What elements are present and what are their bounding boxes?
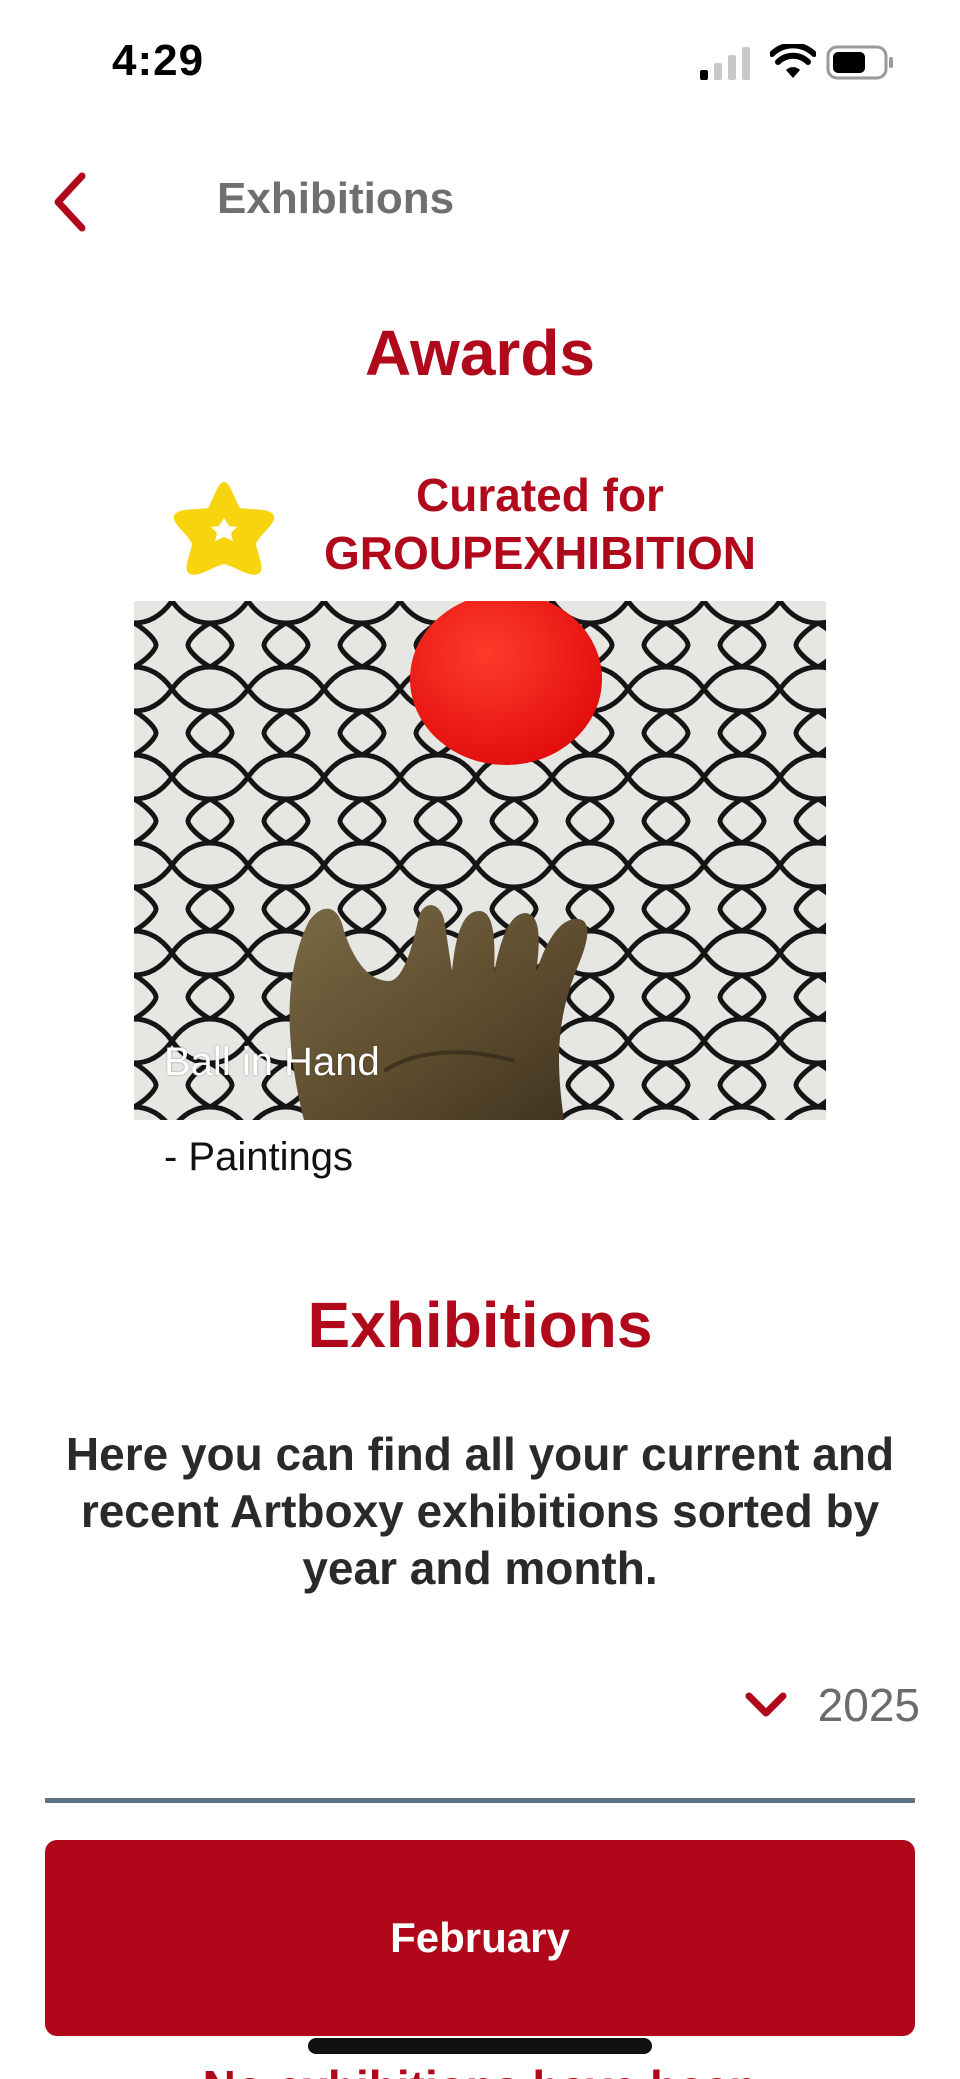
award-line-2: GROUPEXHIBITION <box>324 527 756 579</box>
artwork-category: - Paintings <box>164 1135 353 1179</box>
signal-icon <box>700 47 750 80</box>
award-line-1: Curated for <box>416 469 664 521</box>
award-title: Curated for GROUPEXHIBITION <box>290 466 790 582</box>
year-dropdown[interactable]: 2025 <box>720 1670 920 1740</box>
month-label: February <box>390 1914 570 1961</box>
wifi-icon <box>770 44 816 78</box>
exhibitions-intro: Here you can find all your current and r… <box>65 1428 895 1594</box>
star-icon <box>173 482 275 575</box>
year-value: 2025 <box>817 1679 920 1731</box>
home-indicator[interactable] <box>308 2038 652 2054</box>
back-button[interactable] <box>40 168 100 236</box>
nav-title: Exhibitions <box>217 174 455 223</box>
no-exhibitions-text: No exhibitions have been <box>0 2060 960 2079</box>
battery-icon <box>826 45 893 80</box>
month-button[interactable]: February <box>45 1840 915 2036</box>
chevron-down-icon <box>745 1692 787 1717</box>
awards-heading: Awards <box>364 317 596 389</box>
exhibitions-heading: Exhibitions <box>307 1289 653 1361</box>
artwork-title: Ball in Hand <box>164 1040 380 1084</box>
divider <box>45 1798 915 1803</box>
chevron-left-icon <box>54 172 86 232</box>
status-time: 4:29 <box>112 36 205 85</box>
